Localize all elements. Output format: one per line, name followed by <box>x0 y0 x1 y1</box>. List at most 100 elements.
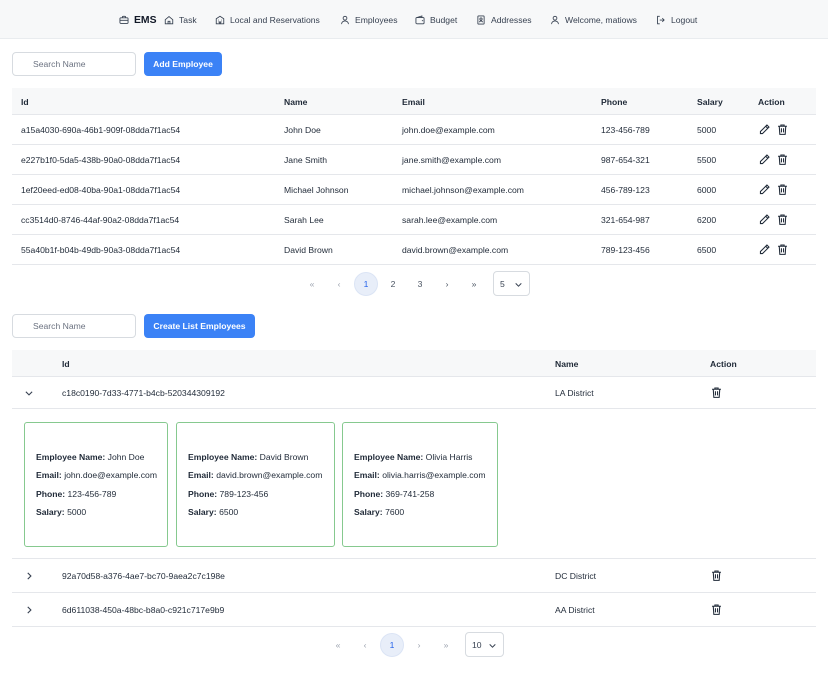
pagination-page-3[interactable]: 3 <box>408 272 432 296</box>
pagination-next-button[interactable]: › <box>407 633 431 657</box>
card-employee-name: John Doe <box>107 452 145 462</box>
pagination-last-button[interactable]: » <box>462 272 486 296</box>
edit-icon[interactable] <box>757 182 771 196</box>
column-header-salary[interactable]: Salary <box>697 97 723 107</box>
page-size-select[interactable]: 10 <box>465 632 504 657</box>
building-icon <box>215 15 225 25</box>
edit-icon[interactable] <box>757 122 771 136</box>
nav-item-task[interactable]: Task <box>164 13 197 27</box>
nav-item-addresses[interactable]: Addresses <box>476 13 532 27</box>
nav-item-employees[interactable]: Employees <box>340 13 398 27</box>
cell-salary: 6200 <box>697 215 717 225</box>
trash-icon[interactable] <box>709 602 723 616</box>
column-header-name[interactable]: Name <box>284 97 307 107</box>
chevron-right-icon[interactable] <box>24 605 34 615</box>
cell-phone: 456-789-123 <box>601 185 650 195</box>
card-label-phone: Phone: <box>354 488 384 499</box>
list-row: 92a70d58-a376-4ae7-bc70-9aea2c7c198e DC … <box>12 559 816 593</box>
trash-icon[interactable] <box>775 152 789 166</box>
cell-salary: 5500 <box>697 155 717 165</box>
cell-id: c18c0190-7d33-4771-b4cb-520344309192 <box>62 388 225 398</box>
card-employee-email: olivia.harris@example.com <box>382 470 486 481</box>
cell-phone: 987-654-321 <box>601 155 650 165</box>
trash-icon[interactable] <box>775 122 789 136</box>
cell-salary: 6500 <box>697 245 717 255</box>
card-label-email: Email: <box>354 470 380 481</box>
trash-icon[interactable] <box>709 385 723 399</box>
pagination-prev-button[interactable]: ‹ <box>353 633 377 657</box>
cell-name: LA District <box>555 388 594 398</box>
cell-phone: 789-123-456 <box>601 245 650 255</box>
column-header-id[interactable]: Id <box>21 97 29 107</box>
table-row: 1ef20eed-ed08-40ba-90a1-08dda7f1ac54 Mic… <box>12 175 816 205</box>
cell-email: john.doe@example.com <box>402 125 495 135</box>
column-header-id[interactable]: Id <box>62 359 70 369</box>
pagination-first-button[interactable]: « <box>326 633 350 657</box>
edit-icon[interactable] <box>757 212 771 226</box>
employee-card: Employee Name: David Brown Email: david.… <box>176 422 335 547</box>
cell-name: DC District <box>555 571 597 581</box>
column-header-phone[interactable]: Phone <box>601 97 627 107</box>
pagination-page-1[interactable]: 1 <box>380 633 404 657</box>
cell-phone: 123-456-789 <box>601 125 650 135</box>
employees-table-header: Id Name Email Phone Salary Action <box>12 88 816 115</box>
page-size-value: 10 <box>472 639 482 650</box>
nav-item-welcome[interactable]: Welcome, matiows <box>550 13 637 27</box>
trash-icon[interactable] <box>775 242 789 256</box>
trash-icon[interactable] <box>775 212 789 226</box>
nav-item-local-and-reservations[interactable]: Local and Reservations <box>215 13 320 27</box>
cell-email: michael.johnson@example.com <box>402 185 524 195</box>
card-label-salary: Salary: <box>354 506 383 517</box>
nav-item-label: Budget <box>430 15 458 25</box>
lists-table-header: Id Name Action <box>12 350 816 377</box>
pagination-last-button[interactable]: » <box>434 633 458 657</box>
list-expanded-panel: Employee Name: John Doe Email: john.doe@… <box>12 409 816 559</box>
card-label-phone: Phone: <box>36 488 66 499</box>
cell-salary: 5000 <box>697 125 717 135</box>
add-employee-button[interactable]: Add Employee <box>144 52 222 76</box>
card-employee-email: john.doe@example.com <box>64 470 157 481</box>
trash-icon[interactable] <box>709 568 723 582</box>
chevron-down-icon <box>515 283 522 287</box>
trash-icon[interactable] <box>775 182 789 196</box>
page-size-select[interactable]: 5 <box>493 271 530 296</box>
chevron-down-icon <box>489 644 496 648</box>
card-label-email: Email: <box>188 470 214 481</box>
edit-icon[interactable] <box>757 242 771 256</box>
card-label-salary: Salary: <box>36 506 65 517</box>
chevron-down-icon[interactable] <box>24 388 34 398</box>
nav-item-logout[interactable]: Logout <box>656 13 697 27</box>
cell-name: Jane Smith <box>284 155 327 165</box>
nav-brand[interactable]: EMS <box>119 13 157 27</box>
column-header-name[interactable]: Name <box>555 359 578 369</box>
chevron-right-icon[interactable] <box>24 571 34 581</box>
nav-item-budget[interactable]: Budget <box>415 13 457 27</box>
cell-id: 55a40b1f-b04b-49db-90a3-08dda7f1ac54 <box>21 245 181 255</box>
cell-id: 6d611038-450a-48bc-b8a0-c921c717e9b9 <box>62 605 225 615</box>
create-list-employees-button[interactable]: Create List Employees <box>144 314 255 338</box>
cell-email: jane.smith@example.com <box>402 155 501 165</box>
pagination-page-2[interactable]: 2 <box>381 272 405 296</box>
card-employee-name: David Brown <box>259 452 309 462</box>
employee-search-input[interactable] <box>12 52 136 76</box>
column-header-email[interactable]: Email <box>402 97 425 107</box>
card-employee-phone: 789-123-456 <box>219 488 269 499</box>
list-search-input[interactable] <box>12 314 136 338</box>
card-employee-name: Olivia Harris <box>425 452 473 462</box>
pagination-next-button[interactable]: › <box>435 272 459 296</box>
cell-id: 1ef20eed-ed08-40ba-90a1-08dda7f1ac54 <box>21 185 181 195</box>
pagination-first-button[interactable]: « <box>300 272 324 296</box>
employee-card: Employee Name: Olivia Harris Email: oliv… <box>342 422 498 547</box>
address-book-icon <box>477 15 485 25</box>
pagination-page-1[interactable]: 1 <box>354 272 378 296</box>
page-size-value: 5 <box>500 278 505 289</box>
cell-name: Sarah Lee <box>284 215 324 225</box>
edit-icon[interactable] <box>757 152 771 166</box>
nav-item-label: Logout <box>671 15 698 25</box>
cell-name: Michael Johnson <box>284 185 349 195</box>
table-row: a15a4030-690a-46b1-909f-08dda7f1ac54 Joh… <box>12 115 816 145</box>
card-employee-salary: 6500 <box>219 506 239 517</box>
column-header-action: Action <box>710 359 737 369</box>
pagination-prev-button[interactable]: ‹ <box>327 272 351 296</box>
user-icon <box>551 15 559 25</box>
